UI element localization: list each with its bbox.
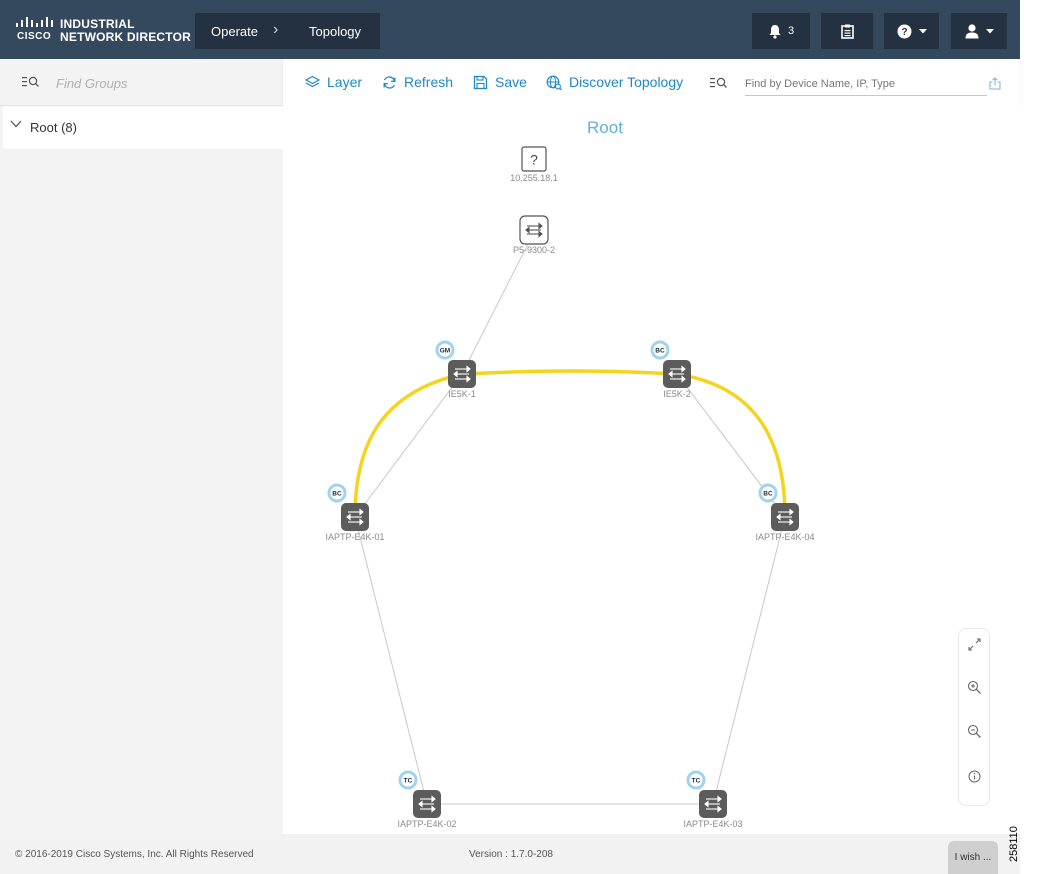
node-label: IAPTP-E4K-03 <box>683 819 742 829</box>
logo-title-line2: NETWORK DIRECTOR <box>60 30 191 44</box>
svg-text:BC: BC <box>763 490 773 497</box>
refresh-button[interactable]: Refresh <box>382 74 453 90</box>
layer-label: Layer <box>327 74 363 90</box>
logo-title-line1: INDUSTRIAL <box>60 17 135 31</box>
expand-icon[interactable] <box>967 637 982 652</box>
bell-icon <box>769 24 781 39</box>
breadcrumb-operate[interactable]: Operate <box>211 24 258 39</box>
chevron-right-icon: › <box>273 21 279 38</box>
node-p5-9300-2[interactable]: P5-9300-2 <box>513 215 555 255</box>
node-unknown-device[interactable]: ? 10.255.18.1 <box>510 146 558 183</box>
find-groups-input[interactable] <box>56 71 266 95</box>
cisco-bridge-icon <box>16 17 53 27</box>
user-icon <box>965 23 978 38</box>
clipboard-icon <box>840 24 854 39</box>
svg-text:?: ? <box>901 27 907 38</box>
notifications-count: 3 <box>787 25 795 37</box>
filter-search-icon[interactable] <box>710 77 728 88</box>
svg-text:BC: BC <box>655 347 665 354</box>
node-label: P5-9300-2 <box>513 245 555 255</box>
tasks-button[interactable] <box>821 13 873 49</box>
topology-links <box>354 231 786 805</box>
page-footer: © 2016-2019 Cisco Systems, Inc. All Righ… <box>0 834 1020 874</box>
zoom-controls <box>958 628 990 806</box>
link-e4k01-e4k02[interactable] <box>354 516 428 805</box>
notifications-button[interactable]: 3 <box>752 13 810 49</box>
feedback-button[interactable]: I wish ... <box>948 841 998 874</box>
topology-canvas[interactable]: Root ? 10.255.18.1 P5-9300-2 GM IE5K-1 B… <box>283 106 1020 834</box>
zoom-in-icon[interactable] <box>967 680 982 695</box>
node-iaptp-e4k-02[interactable]: TC IAPTP-E4K-02 <box>397 770 457 829</box>
node-iaptp-e4k-03[interactable]: TC IAPTP-E4K-03 <box>683 770 743 829</box>
save-button[interactable]: Save <box>473 74 527 90</box>
find-device-input[interactable] <box>745 72 987 96</box>
tree-item-root[interactable]: Root (8) <box>3 106 283 149</box>
node-label: IAPTP-E4K-04 <box>755 532 814 542</box>
caret-down-icon <box>918 28 927 33</box>
groups-sidebar: Root (8) <box>0 59 283 834</box>
breadcrumb: Operate › Topology <box>195 13 380 49</box>
link-e4k04-e4k03[interactable] <box>712 516 786 805</box>
group-search-bar <box>0 59 283 106</box>
save-floppy-icon <box>473 75 488 89</box>
svg-text:BC: BC <box>332 490 342 497</box>
svg-text:TC: TC <box>692 777 701 784</box>
refresh-icon <box>383 75 396 89</box>
node-ie5k-2[interactable]: BC IE5K-2 <box>650 340 691 399</box>
caret-down-icon <box>985 28 994 33</box>
help-menu-button[interactable]: ? <box>884 13 939 49</box>
tree-item-label: Root (8) <box>30 120 77 135</box>
node-label: 10.255.18.1 <box>510 173 558 183</box>
discover-topology-label: Discover Topology <box>569 74 684 90</box>
layers-icon <box>305 75 320 87</box>
figure-number: 258110 <box>1008 826 1020 862</box>
node-label: IE5K-2 <box>663 389 691 399</box>
node-label: IAPTP-E4K-01 <box>325 532 384 542</box>
node-label: IE5K-1 <box>448 389 476 399</box>
svg-text:TC: TC <box>404 777 413 784</box>
copyright-text: © 2016-2019 Cisco Systems, Inc. All Righ… <box>15 849 254 860</box>
globe-discover-icon <box>546 75 562 90</box>
svg-text:GM: GM <box>440 347 450 354</box>
topology-graph[interactable]: ? 10.255.18.1 P5-9300-2 GM IE5K-1 BC IE5… <box>283 106 1020 834</box>
zoom-out-icon[interactable] <box>967 724 982 739</box>
chevron-down-icon[interactable] <box>10 120 22 128</box>
ptp-highlight-path[interactable] <box>353 369 787 518</box>
cisco-ind-logo[interactable]: CISCO INDUSTRIAL NETWORK DIRECTOR <box>16 15 191 45</box>
save-label: Save <box>495 74 527 90</box>
top-header: CISCO INDUSTRIAL NETWORK DIRECTOR Operat… <box>0 0 1020 59</box>
logo-brand: CISCO <box>17 31 52 42</box>
user-menu-button[interactable] <box>951 13 1007 49</box>
svg-text:?: ? <box>530 152 538 168</box>
export-share-icon[interactable] <box>989 77 1001 90</box>
discover-topology-button[interactable]: Discover Topology <box>546 74 683 90</box>
node-ie5k-1[interactable]: GM IE5K-1 <box>435 340 476 399</box>
topology-toolbar: Layer Refresh Save Discover Topology Fin… <box>283 59 1020 106</box>
app-window: CISCO INDUSTRIAL NETWORK DIRECTOR Operat… <box>0 0 1038 874</box>
refresh-label: Refresh <box>404 74 454 90</box>
info-icon[interactable] <box>967 769 982 784</box>
node-label: IAPTP-E4K-02 <box>397 819 456 829</box>
layer-button[interactable]: Layer <box>305 74 362 90</box>
version-text: Version : 1.7.0-208 <box>469 849 553 860</box>
breadcrumb-topology[interactable]: Topology <box>309 24 361 39</box>
filter-search-icon[interactable] <box>22 76 40 87</box>
question-circle-icon: ? <box>897 24 911 38</box>
